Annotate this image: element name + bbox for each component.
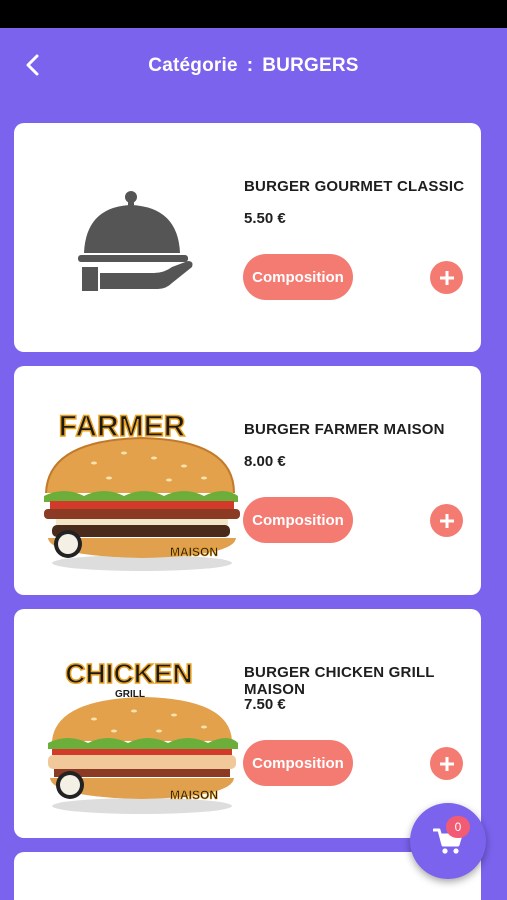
- product-card[interactable]: CHICKEN GRILL MAISON BURGER CHICKEN GRIL…: [14, 609, 481, 838]
- image-title: FARMER: [59, 410, 186, 443]
- category-name: BURGERS: [262, 55, 359, 76]
- plus-icon: [439, 756, 454, 771]
- title-label: Catégorie: [148, 55, 238, 76]
- product-price: 5.50 €: [244, 210, 286, 227]
- cart-button[interactable]: [410, 803, 486, 879]
- plus-icon: [439, 270, 454, 285]
- status-bar: [0, 0, 507, 28]
- product-card[interactable]: BURGER GOURMET CLASSIC 5.50 € Compositio…: [14, 123, 481, 352]
- product-list: BURGER GOURMET CLASSIC 5.50 € Compositio…: [14, 123, 481, 900]
- add-to-cart-button[interactable]: [430, 747, 463, 780]
- image-title: CHICKEN: [65, 658, 193, 689]
- image-badge: MAISON: [170, 545, 218, 559]
- farmer-burger-photo: FARMER MAISON: [34, 388, 244, 573]
- chicken-burger-photo: CHICKEN GRILL MAISON: [34, 631, 244, 816]
- title-separator: :: [246, 55, 254, 76]
- composition-button[interactable]: Composition: [243, 740, 353, 786]
- plus-icon: [439, 513, 454, 528]
- product-name: BURGER FARMER MAISON: [244, 421, 445, 438]
- image-badge: MAISON: [170, 788, 218, 802]
- cloche-serving-icon: [34, 145, 244, 330]
- product-card[interactable]: FARMER MAISON BURGER FARMER MAISON 8.00 …: [14, 366, 481, 595]
- product-card[interactable]: [14, 852, 481, 900]
- app-header: Catégorie: BURGERS: [0, 28, 507, 106]
- page-title: Catégorie: BURGERS: [0, 55, 507, 77]
- product-name: BURGER CHICKEN GRILL MAISON: [244, 664, 435, 698]
- product-name: BURGER GOURMET CLASSIC: [244, 178, 465, 195]
- cart-count-badge: 0: [446, 816, 470, 838]
- product-price: 7.50 €: [244, 696, 286, 713]
- composition-button[interactable]: Composition: [243, 254, 353, 300]
- product-price: 8.00 €: [244, 453, 286, 470]
- composition-button[interactable]: Composition: [243, 497, 353, 543]
- add-to-cart-button[interactable]: [430, 261, 463, 294]
- add-to-cart-button[interactable]: [430, 504, 463, 537]
